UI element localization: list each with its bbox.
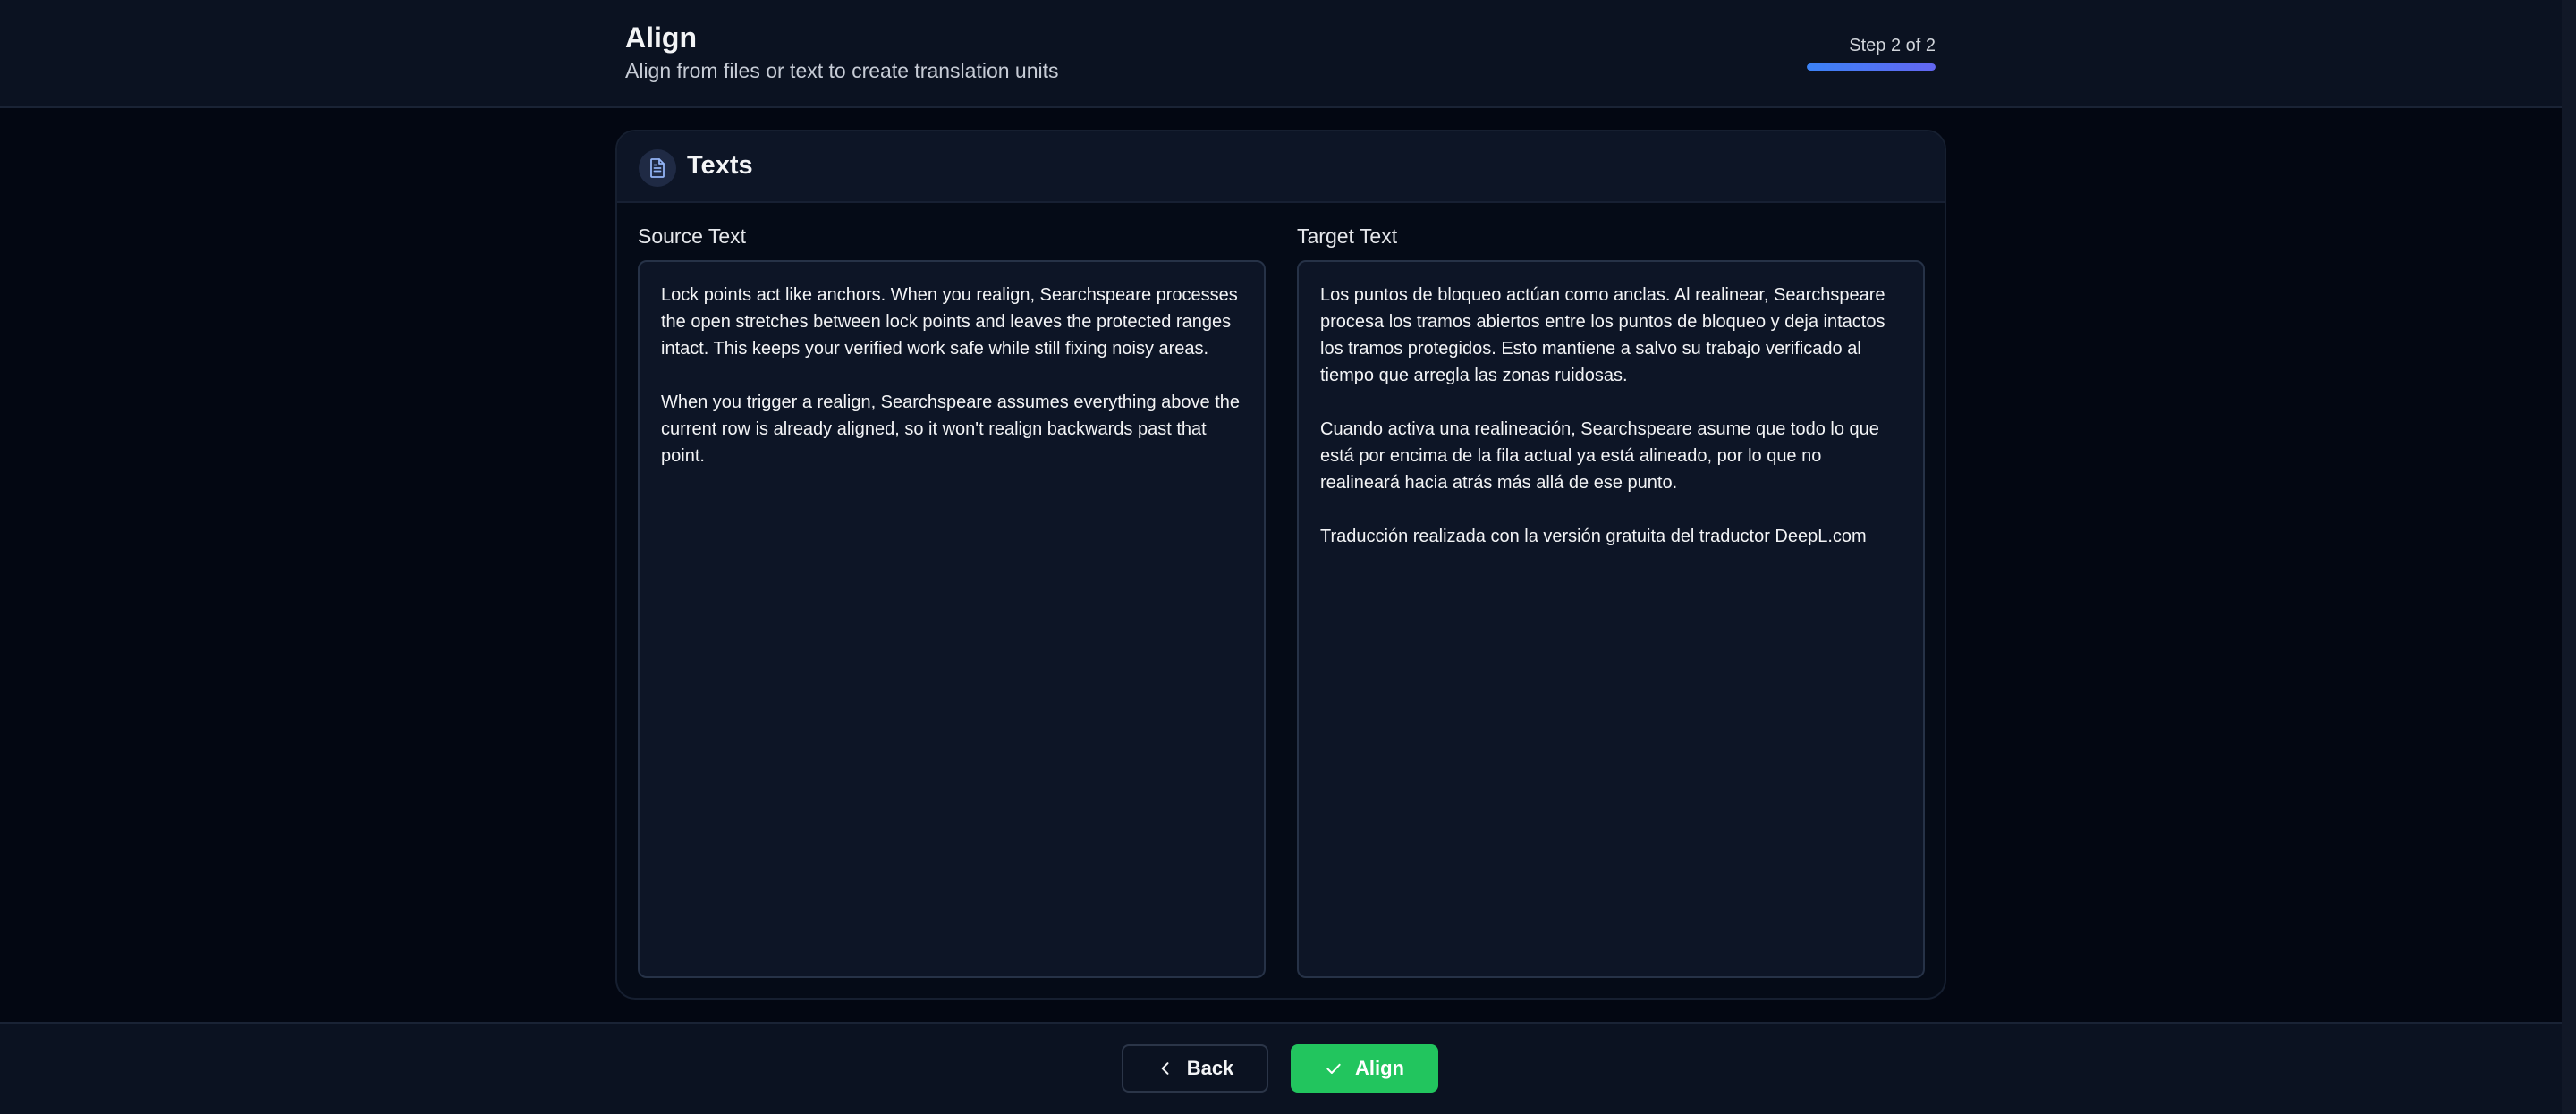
target-text-label: Target Text: [1297, 224, 1398, 248]
source-text-label: Source Text: [638, 224, 747, 248]
back-button-label: Back: [1186, 1057, 1234, 1079]
page-header: Align Align from files or text to create…: [0, 0, 2562, 108]
page-scrollbar[interactable]: [2562, 0, 2576, 1114]
document-icon: [639, 149, 676, 187]
texts-card: Texts Source Text Lock points act like a…: [615, 130, 1946, 1000]
footer-bar: Back Align: [0, 1022, 2562, 1114]
page-title: Align: [625, 21, 697, 54]
card-header: Texts: [617, 131, 1945, 203]
back-button[interactable]: Back: [1122, 1044, 1268, 1093]
step-progress-fill: [1807, 63, 1936, 71]
card-title: Texts: [687, 151, 753, 180]
align-button[interactable]: Align: [1291, 1044, 1438, 1093]
target-text-input[interactable]: Los puntos de bloqueo actúan como anclas…: [1297, 260, 1925, 978]
chevron-left-icon: [1161, 1062, 1169, 1075]
check-icon: [1326, 1063, 1341, 1074]
align-button-label: Align: [1355, 1057, 1404, 1079]
source-text-input[interactable]: Lock points act like anchors. When you r…: [638, 260, 1266, 978]
step-indicator: Step 2 of 2: [1849, 36, 1936, 55]
page-subtitle: Align from files or text to create trans…: [625, 59, 1059, 82]
step-progress-bar: [1807, 63, 1936, 71]
